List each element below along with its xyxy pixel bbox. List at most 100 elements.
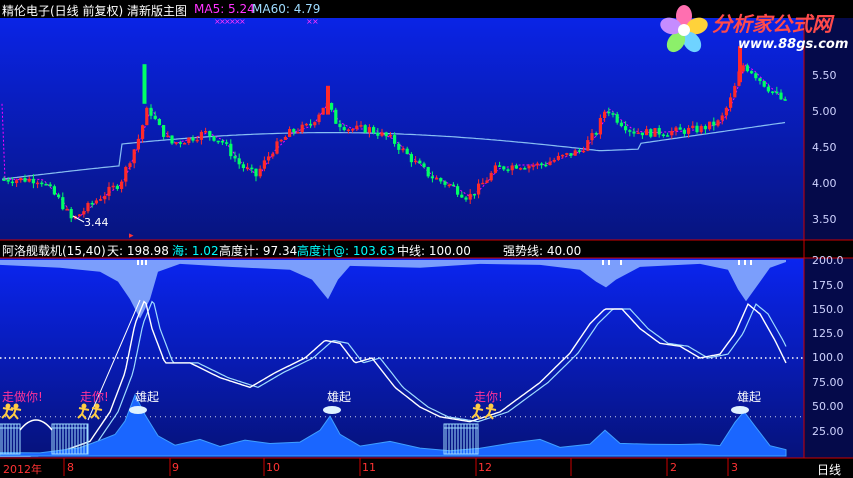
- candle: [670, 131, 674, 136]
- candle: [111, 185, 115, 188]
- ind-axis-200: 200.0: [812, 254, 844, 267]
- candle: [535, 163, 539, 166]
- candle: [443, 181, 447, 185]
- indicator-qiangshi: 强势线: 40.00: [503, 244, 582, 258]
- candle: [384, 132, 388, 137]
- candle: [225, 142, 229, 144]
- candle: [220, 141, 224, 143]
- price-axis-5.00: 5.00: [812, 105, 837, 118]
- candle: [636, 132, 640, 135]
- candle: [65, 209, 69, 211]
- candle: [439, 178, 443, 182]
- candle: [82, 211, 86, 215]
- price-axis-4.00: 4.00: [812, 177, 837, 190]
- date-label-3: 3: [731, 461, 738, 474]
- candle: [162, 125, 166, 137]
- candle: [649, 129, 653, 137]
- candle: [309, 123, 313, 126]
- candle: [183, 143, 187, 145]
- candle: [99, 199, 103, 201]
- price-axis-5.50: 5.50: [812, 69, 837, 82]
- candle: [531, 165, 535, 167]
- candle: [174, 142, 178, 144]
- candle: [733, 85, 737, 98]
- candle: [246, 167, 250, 170]
- candle: [94, 200, 98, 204]
- candle: [199, 131, 203, 140]
- candle: [338, 123, 342, 128]
- ind-axis-25: 25.00: [812, 425, 844, 438]
- candle: [577, 150, 581, 152]
- signal-fence: [443, 423, 479, 455]
- chart-canvas[interactable]: ×××××× × ×▸: [0, 0, 853, 476]
- candle: [23, 178, 27, 182]
- candle: [527, 165, 531, 169]
- signal-xiongqi-2: 雄起: [327, 390, 352, 404]
- date-label-10: 10: [266, 461, 280, 474]
- candle: [758, 78, 762, 82]
- date-label-2: 2: [670, 461, 677, 474]
- candle: [275, 141, 279, 154]
- logo-name: 分析家公式网: [712, 12, 832, 36]
- candle: [367, 127, 371, 133]
- candle: [657, 128, 661, 135]
- candle: [2, 179, 6, 181]
- candle: [724, 107, 728, 116]
- candle: [141, 125, 145, 139]
- candle: [128, 163, 132, 168]
- candle: [342, 127, 346, 131]
- candle: [233, 156, 237, 159]
- candle: [523, 168, 527, 170]
- candle: [703, 126, 707, 130]
- candle: [157, 118, 161, 126]
- candle: [766, 86, 770, 92]
- ind-axis-50: 50.00: [812, 400, 844, 413]
- candle: [460, 194, 464, 198]
- candle: [502, 166, 506, 170]
- ind-axis-100: 100.0: [812, 351, 844, 364]
- candle: [628, 130, 632, 132]
- candle: [359, 125, 363, 127]
- logo-url: www.88gs.com: [738, 37, 849, 52]
- candle: [678, 127, 682, 130]
- candle: [52, 186, 56, 195]
- candle: [124, 167, 128, 182]
- candle: [254, 168, 258, 177]
- candle: [57, 194, 61, 198]
- low-price-marker: 3.44: [84, 216, 109, 229]
- signal-xiongqi-3: 雄起: [737, 390, 762, 404]
- candle: [712, 121, 716, 126]
- ma60-value: MA60: 4.79: [252, 2, 321, 16]
- candle: [27, 178, 31, 182]
- date-label-11: 11: [362, 461, 376, 474]
- candle: [120, 181, 124, 189]
- candle: [540, 163, 544, 166]
- period-label[interactable]: 日线: [817, 461, 841, 478]
- candle: [90, 202, 94, 205]
- candle: [288, 129, 292, 137]
- candle: [346, 129, 350, 132]
- candle: [149, 107, 153, 116]
- candle: [666, 135, 670, 137]
- candle: [40, 182, 44, 185]
- candle: [720, 115, 724, 121]
- candle: [556, 155, 560, 160]
- candle: [204, 131, 208, 133]
- ind-axis-125: 125.0: [812, 327, 844, 340]
- candle: [552, 159, 556, 162]
- candle: [745, 65, 749, 72]
- candle: [321, 107, 325, 115]
- candle: [779, 92, 783, 100]
- candle: [750, 71, 754, 74]
- candle: [115, 185, 119, 189]
- candle: [355, 125, 359, 130]
- candle: [388, 135, 392, 137]
- candle: [363, 125, 367, 133]
- candle: [565, 153, 569, 155]
- candle: [418, 160, 422, 164]
- candle: [687, 127, 691, 134]
- candle: [397, 143, 401, 150]
- candle: [380, 132, 384, 136]
- candle: [422, 163, 426, 168]
- candle: [548, 161, 552, 166]
